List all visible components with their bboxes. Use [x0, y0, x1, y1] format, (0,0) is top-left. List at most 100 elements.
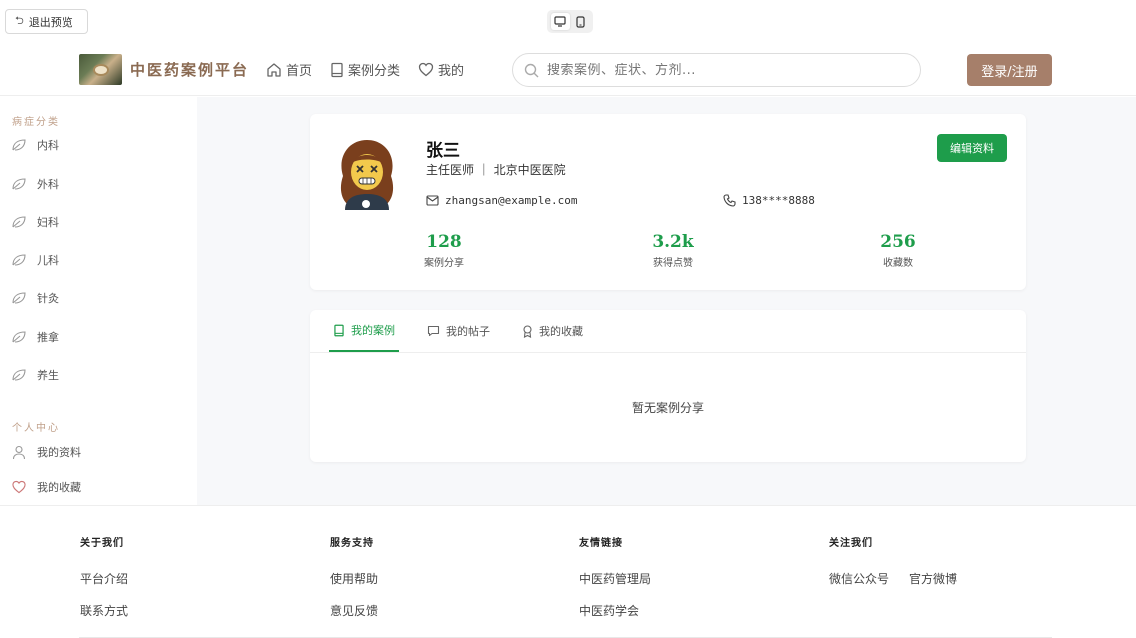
footer-link-tcm-admin[interactable]: 中医药管理局	[579, 563, 651, 595]
sidebar-item-label: 外科	[37, 178, 59, 191]
sidebar-item-internal[interactable]: 内科	[11, 137, 59, 153]
user-icon	[12, 445, 26, 459]
footer-col-links: 友情链接 中医药管理局 中医药学会	[579, 534, 651, 627]
desktop-icon[interactable]	[550, 13, 570, 30]
stat-label: 收藏数	[883, 258, 913, 269]
profile-tabs: 我的案例 我的帖子 我的收藏	[329, 310, 611, 352]
device-toggle	[547, 10, 593, 33]
tabs-card: 我的案例 我的帖子 我的收藏 暂无案例分享	[310, 310, 1026, 462]
tab-my-favorites[interactable]: 我的收藏	[518, 310, 587, 352]
sidebar-item-label: 养生	[37, 369, 59, 382]
profile-role: 主任医师 ｜ 北京中医医院	[426, 163, 566, 177]
heart-icon	[12, 480, 26, 494]
stat-value: 128	[426, 232, 462, 252]
search-icon	[524, 63, 539, 77]
exit-preview-button[interactable]: ⮌ 退出预览	[5, 9, 88, 34]
mail-icon	[426, 195, 439, 206]
sidebar-item-pediatrics[interactable]: 儿科	[11, 252, 59, 268]
sidebar-item-gynecology[interactable]: 妇科	[11, 214, 59, 230]
preview-bar: ⮌ 退出预览	[0, 0, 1136, 44]
profile-card: 张三 主任医师 ｜ 北京中医医院 编辑资料 zhangsan@example.c…	[310, 114, 1026, 290]
footer: 关于我们 平台介绍 联系方式 服务支持 使用帮助 意见反馈 友情链接 中医药管理…	[0, 505, 1136, 638]
search-box[interactable]	[512, 53, 921, 87]
leaf-icon	[12, 331, 26, 343]
nav-item-categories[interactable]: 案例分类	[330, 60, 400, 79]
tab-divider	[310, 352, 1026, 353]
avatar	[340, 140, 394, 210]
sidebar: 病症分类 内科 外科 妇科 儿科 针灸 推拿 养生 个人中心 我的资料 我的收藏	[0, 97, 197, 505]
award-icon	[523, 324, 532, 338]
leaf-icon	[12, 178, 26, 190]
mobile-icon[interactable]	[571, 13, 590, 30]
footer-col-title: 关于我们	[80, 538, 124, 549]
footer-col-title: 关注我们	[829, 538, 873, 549]
sidebar-item-label: 内科	[37, 139, 59, 152]
logo-text[interactable]: 中医药案例平台	[130, 59, 249, 80]
footer-link-wechat[interactable]: 微信公众号	[829, 563, 889, 595]
footer-col-support: 服务支持 使用帮助 意见反馈	[330, 534, 378, 627]
sidebar-item-label: 妇科	[37, 216, 59, 229]
footer-link-help[interactable]: 使用帮助	[330, 563, 378, 595]
login-register-button[interactable]: 登录/注册	[967, 54, 1052, 86]
undo-icon: ⮌	[15, 14, 24, 27]
sidebar-item-label: 我的资料	[37, 446, 81, 459]
nav-item-mine[interactable]: 我的	[418, 60, 464, 79]
tab-my-cases[interactable]: 我的案例	[329, 310, 399, 352]
leaf-icon	[12, 139, 26, 151]
contact-email: zhangsan@example.com	[426, 194, 577, 207]
footer-col-title: 友情链接	[579, 538, 623, 549]
sidebar-item-acupuncture[interactable]: 针灸	[11, 290, 59, 306]
sidebar-item-surgery[interactable]: 外科	[11, 176, 59, 192]
phone-icon	[723, 194, 736, 207]
sidebar-item-label: 针灸	[37, 292, 59, 305]
stat-cases: 128 案例分享	[394, 232, 494, 269]
heart-icon	[418, 62, 434, 77]
stat-likes: 3.2k 获得点赞	[623, 232, 723, 269]
tab-my-posts[interactable]: 我的帖子	[423, 310, 494, 352]
search-input[interactable]	[547, 62, 887, 78]
sidebar-item-massage[interactable]: 推拿	[11, 329, 59, 345]
leaf-icon	[12, 254, 26, 266]
profile-name: 张三	[426, 141, 460, 161]
tab-label: 我的收藏	[539, 325, 583, 338]
sidebar-item-wellness[interactable]: 养生	[11, 367, 59, 383]
sidebar-section-title-categories: 病症分类	[12, 117, 60, 128]
sidebar-item-my-profile[interactable]: 我的资料	[11, 444, 81, 460]
sidebar-item-my-favorites[interactable]: 我的收藏	[11, 479, 81, 495]
footer-col-title: 服务支持	[330, 538, 374, 549]
tab-label: 我的帖子	[446, 325, 490, 338]
nav-label-categories: 案例分类	[348, 64, 401, 79]
footer-link-tcm-society[interactable]: 中医药学会	[579, 595, 651, 627]
nav-label-home: 首页	[286, 64, 313, 79]
main-content: 张三 主任医师 ｜ 北京中医医院 编辑资料 zhangsan@example.c…	[197, 97, 1136, 505]
empty-state-text: 暂无案例分享	[631, 401, 704, 415]
sidebar-item-label: 我的收藏	[37, 481, 81, 494]
book-icon	[334, 324, 344, 336]
footer-link-weibo[interactable]: 官方微博	[909, 563, 957, 595]
stat-value: 3.2k	[652, 232, 694, 252]
leaf-icon	[12, 292, 26, 304]
chat-icon	[427, 325, 440, 337]
tab-label: 我的案例	[351, 324, 395, 337]
book-icon	[331, 62, 343, 77]
sidebar-section-title-personal: 个人中心	[12, 423, 60, 434]
logo-image[interactable]	[79, 54, 122, 85]
top-header: 中医药案例平台 首页 案例分类 我的 登录/注册	[0, 44, 1136, 96]
footer-link-contact[interactable]: 联系方式	[80, 595, 128, 627]
stat-label: 获得点赞	[653, 258, 693, 269]
nav-item-home[interactable]: 首页	[266, 60, 312, 79]
email-value: zhangsan@example.com	[445, 194, 578, 207]
contact-phone: 138****8888	[723, 194, 815, 207]
footer-col-about: 关于我们 平台介绍 联系方式	[80, 534, 128, 627]
stat-favorites: 256 收藏数	[848, 232, 948, 269]
footer-link-feedback[interactable]: 意见反馈	[330, 595, 378, 627]
main-nav: 首页 案例分类 我的	[266, 60, 464, 79]
stat-value: 256	[880, 232, 916, 252]
home-icon	[267, 62, 281, 77]
leaf-icon	[12, 369, 26, 381]
leaf-icon	[12, 216, 26, 228]
exit-preview-label: 退出预览	[28, 15, 73, 29]
edit-profile-button[interactable]: 编辑资料	[937, 134, 1007, 162]
footer-link-platform-intro[interactable]: 平台介绍	[80, 563, 128, 595]
sidebar-item-label: 推拿	[37, 331, 59, 344]
